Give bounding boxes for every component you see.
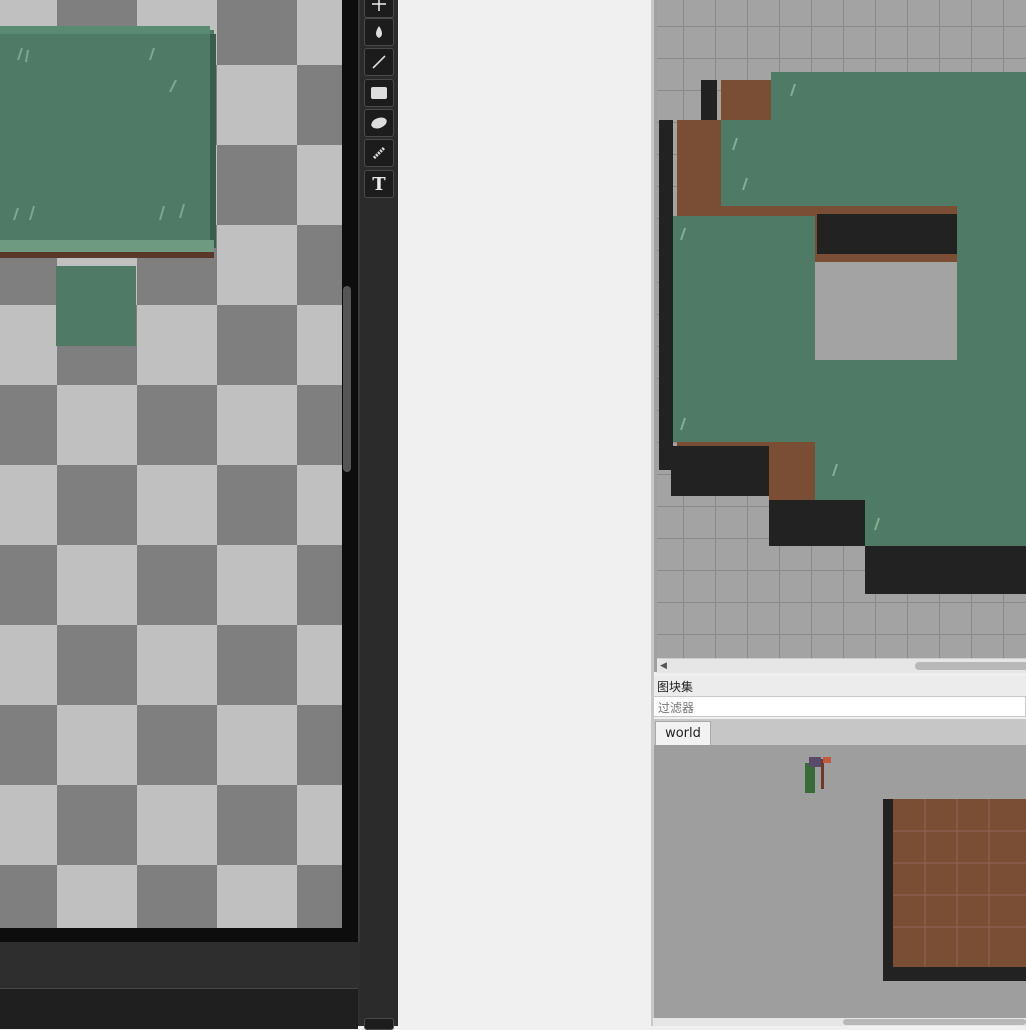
fill-icon[interactable] [364,18,394,46]
text-icon[interactable]: T [364,170,394,198]
tab-world[interactable]: world [655,721,711,746]
tool-button-partial[interactable] [364,1018,394,1030]
line-icon[interactable] [364,48,394,76]
canvas-artwork [0,26,216,346]
ellipse-icon[interactable] [364,109,394,137]
editor-status-field [0,988,358,1029]
tileset-horizontal-scrollbar[interactable] [653,1018,1026,1026]
scroll-left-icon[interactable]: ◀ [660,661,667,671]
panel-divider [651,672,654,1026]
tileset-view[interactable] [653,745,1026,1026]
tileset-panel-title: 图块集 [651,676,1026,696]
spray-icon[interactable] [364,139,394,167]
tool-strip: T [360,0,398,1030]
map-canvas[interactable] [657,0,1026,658]
filter-input[interactable] [654,698,1025,718]
map-scroll-thumb[interactable] [915,662,1026,670]
canvas-vertical-scrollbar[interactable] [343,286,351,472]
tileset-filter-field[interactable] [653,696,1026,718]
empty-workspace [398,0,650,1026]
map-horizontal-scrollbar[interactable]: ◀ [657,658,1026,673]
move-icon[interactable] [364,0,394,18]
pixel-editor-panel [0,0,398,1029]
tileset-tiles [805,757,1026,981]
canvas-frame-bottom [0,928,358,942]
tileset-scroll-thumb[interactable] [843,1019,1026,1025]
tileset-tabs: world [653,719,1026,746]
map-view: ◀ [651,0,1026,673]
pixel-canvas[interactable] [0,0,342,928]
map-tiles [659,72,1026,594]
rectangle-icon[interactable] [364,79,394,107]
